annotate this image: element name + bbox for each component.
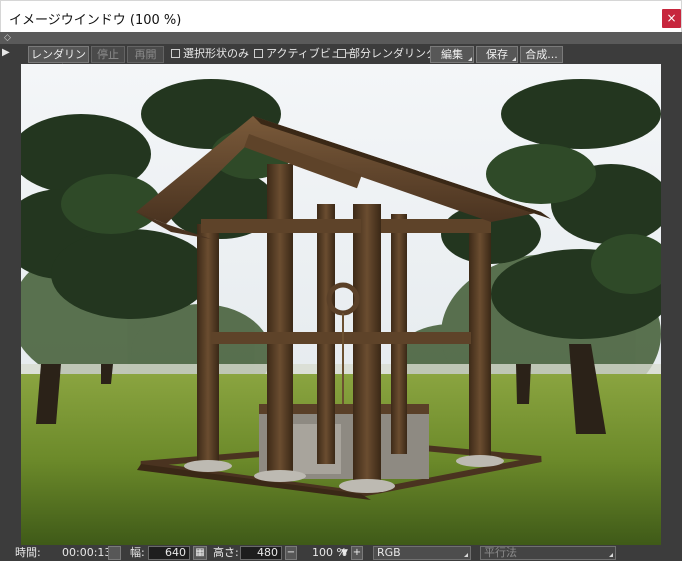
diamond-icon: ◇ [4, 33, 11, 43]
plus-icon: + [352, 547, 362, 558]
partial-render-checkbox[interactable]: 部分レンダリング [337, 48, 437, 62]
checkbox-box[interactable] [254, 49, 263, 58]
close-button[interactable]: × [662, 9, 681, 28]
resume-button-label: 再開 [134, 48, 157, 61]
height-label: 高さ: [213, 546, 239, 559]
color-mode-select[interactable]: RGB [373, 546, 471, 560]
render-image [21, 64, 661, 545]
composite-button[interactable]: 合成... [520, 46, 563, 63]
save-menu-button[interactable]: 保存 [476, 46, 518, 63]
menu-corner-icon [468, 57, 472, 61]
save-menu-label: 保存 [486, 48, 508, 61]
minus-icon: − [286, 547, 296, 558]
zoom-dropdown-icon[interactable]: ▼ [341, 546, 348, 560]
width-value: 640 [165, 546, 186, 559]
title-bar: イメージウインドウ (100 %) × [0, 0, 682, 32]
render-button[interactable]: レンダリング [28, 46, 89, 76]
resume-button[interactable]: 再開 [127, 46, 164, 63]
right-margin [661, 64, 682, 545]
width-field[interactable]: 640 [148, 546, 190, 560]
zoom-in-button[interactable]: + [351, 546, 363, 560]
edit-menu-button[interactable]: 編集 [430, 46, 474, 63]
left-margin [0, 64, 21, 545]
partial-render-label: 部分レンダリング [349, 47, 437, 60]
height-field[interactable]: 480 [240, 546, 282, 560]
zoom-out-button[interactable]: − [285, 546, 297, 560]
close-icon: × [666, 11, 677, 25]
select-corner-icon [464, 553, 468, 557]
checkbox-box[interactable] [337, 49, 346, 58]
aspect-lock-button[interactable]: ▦ [193, 546, 207, 560]
select-shape-only-checkbox[interactable]: 選択形状のみ [171, 48, 249, 62]
projection-select[interactable]: 平行法 [480, 546, 616, 560]
time-label: 時間: [15, 546, 41, 559]
grid-icon: ▦ [195, 547, 205, 558]
window-title: イメージウインドウ (100 %) [9, 13, 182, 28]
menu-corner-icon [512, 57, 516, 61]
stop-button-label: 停止 [97, 48, 119, 61]
select-corner-icon [609, 553, 613, 557]
height-value: 480 [257, 546, 278, 559]
checkbox-box[interactable] [171, 49, 180, 58]
expand-arrow-icon[interactable]: ▶ [2, 47, 10, 58]
edit-menu-label: 編集 [441, 48, 463, 61]
render-toolbar: ▶ レンダリング 停止 再開 選択形状のみ アクティブビュー 部分レンダリング … [0, 44, 682, 76]
rendered-well-scene [21, 64, 661, 545]
projection-value: 平行法 [484, 546, 517, 559]
time-value: 00:00:13 [62, 546, 112, 559]
time-options-button[interactable] [108, 546, 121, 560]
select-shape-only-label: 選択形状のみ [183, 47, 249, 60]
width-label: 幅: [130, 546, 145, 559]
collapse-bar[interactable]: ◇ [0, 32, 682, 44]
color-mode-value: RGB [377, 546, 401, 559]
status-bar: 時間: 00:00:13 幅: 640 ▦ 高さ: 480 − 100 % ▼ … [0, 545, 682, 561]
composite-button-label: 合成... [525, 48, 558, 61]
stop-button[interactable]: 停止 [91, 46, 125, 63]
